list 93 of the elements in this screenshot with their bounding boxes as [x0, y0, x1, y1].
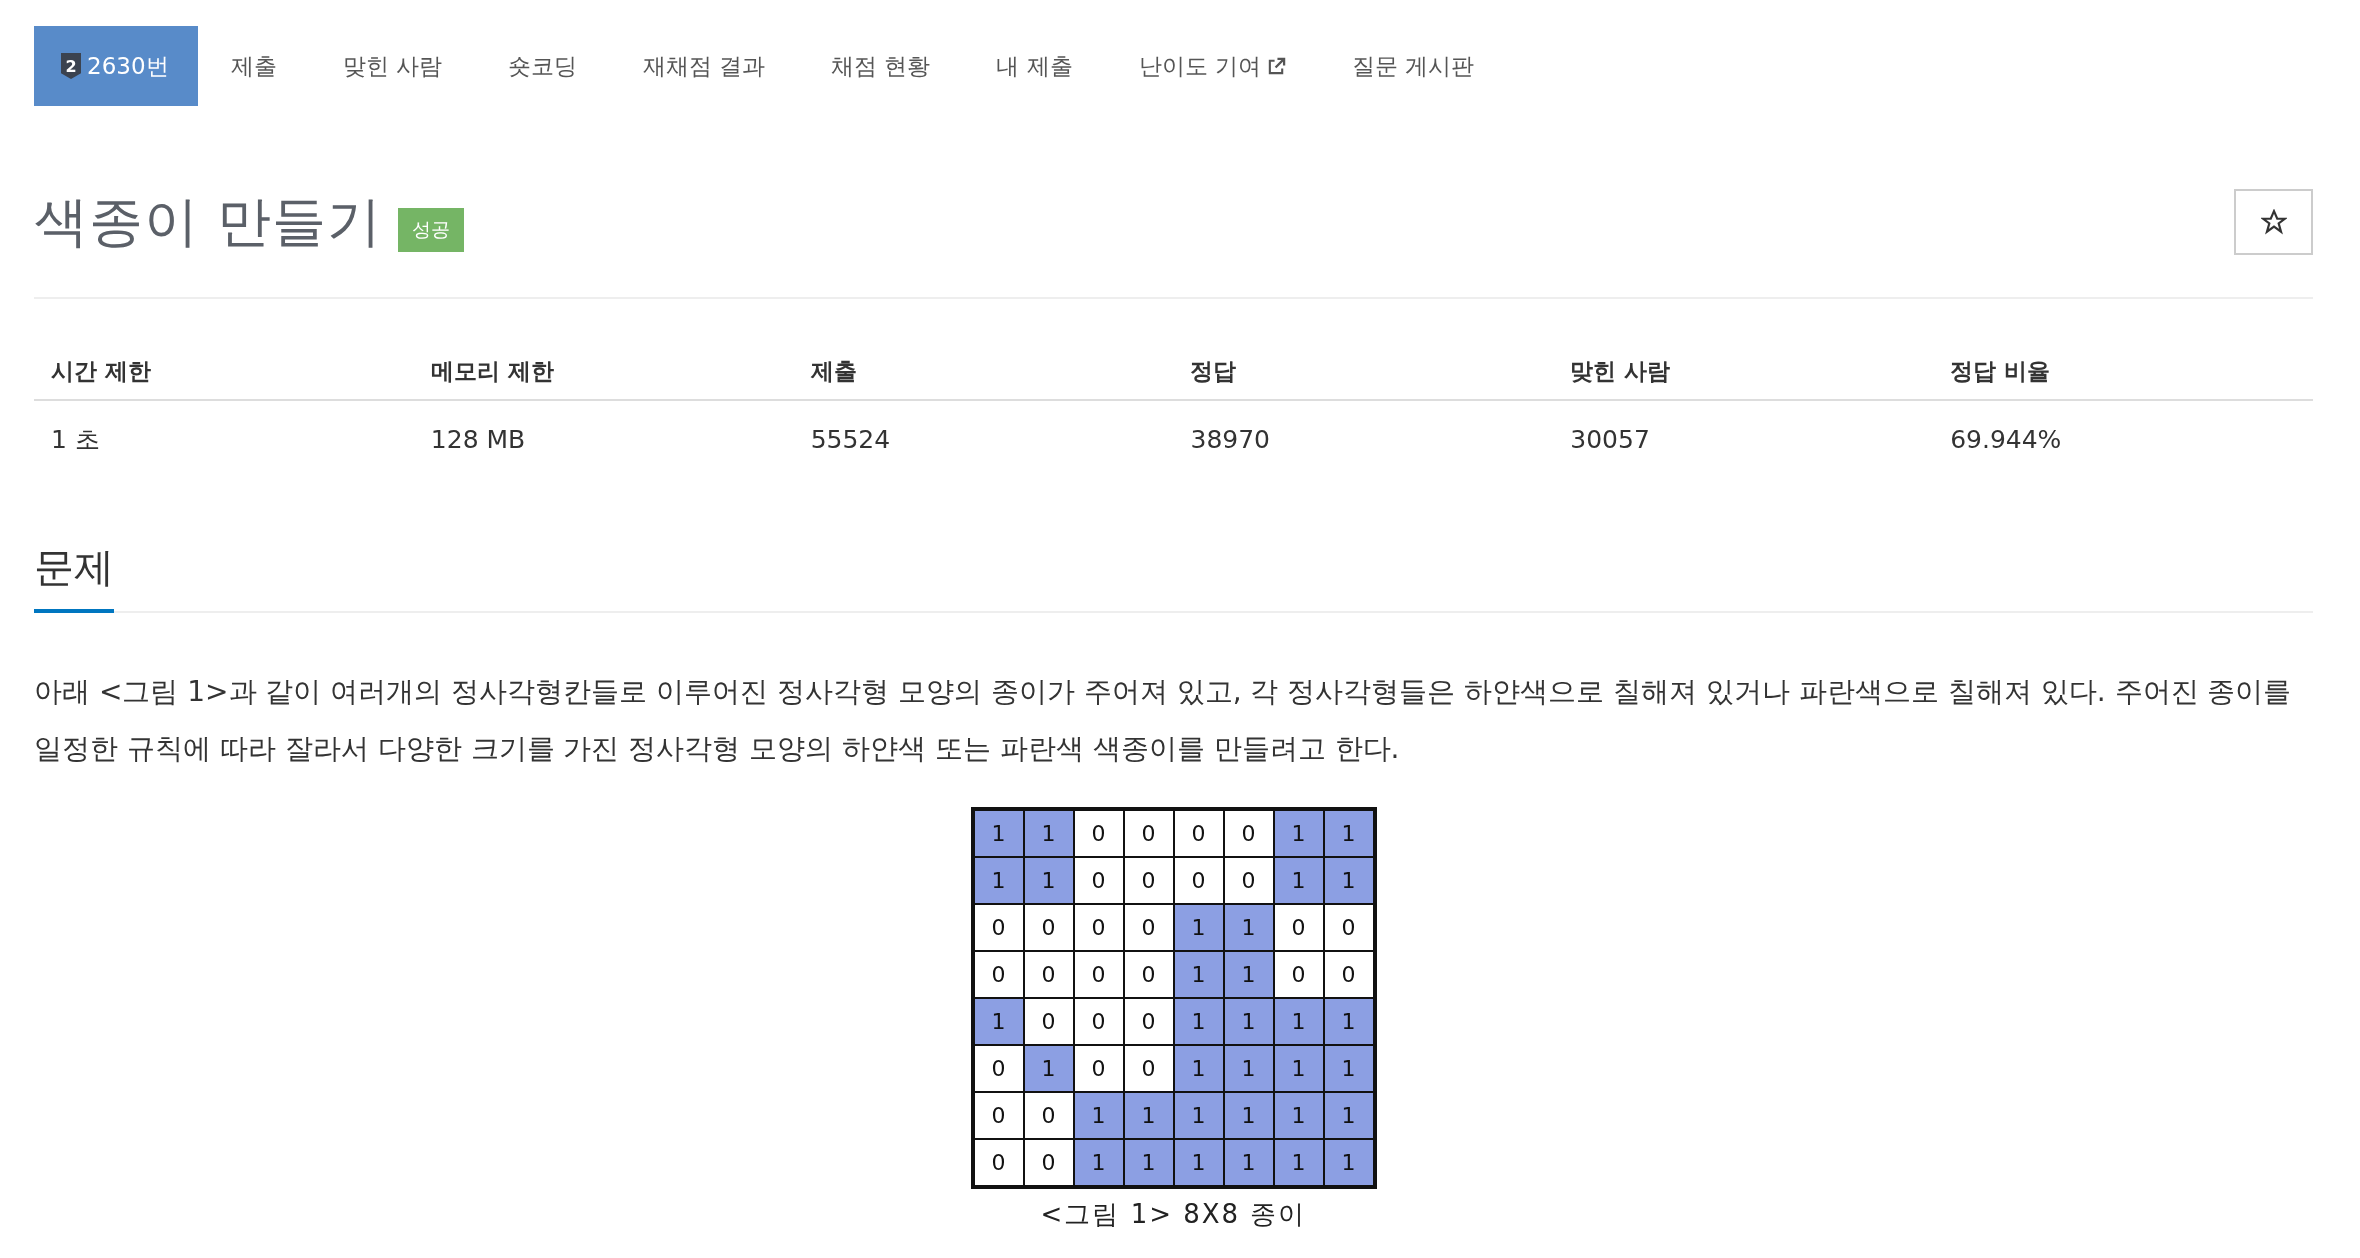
grid-cell: 1	[1224, 1046, 1273, 1091]
table-cell: 30057	[1553, 400, 1934, 478]
grid-cell: 1	[1174, 999, 1223, 1044]
grid-cell: 0	[974, 952, 1023, 997]
grid-cell: 0	[1074, 858, 1123, 903]
grid-cell: 0	[1324, 952, 1373, 997]
grid-cell: 1	[1274, 858, 1323, 903]
nav-tab[interactable]: 내 제출	[963, 26, 1106, 106]
grid-cell: 1	[1124, 1093, 1173, 1138]
grid-cell: 1	[1174, 905, 1223, 950]
grid-cell: 0	[974, 1046, 1023, 1091]
nav-tab[interactable]: 재채점 결과	[609, 26, 799, 106]
tier-badge-icon: 2	[61, 53, 81, 79]
grid-cell: 0	[1074, 952, 1123, 997]
grid-cell: 1	[974, 858, 1023, 903]
grid-cell: 1	[1124, 1140, 1173, 1185]
grid-cell: 0	[974, 1140, 1023, 1185]
grid-cell: 1	[1224, 1140, 1273, 1185]
grid-cell: 1	[1274, 1046, 1323, 1091]
nav-tab[interactable]: 제출	[197, 26, 310, 106]
grid-cell: 1	[1024, 811, 1073, 856]
grid-cell: 1	[1224, 952, 1273, 997]
grid-cell: 0	[1074, 999, 1123, 1044]
grid-cell: 1	[974, 811, 1023, 856]
grid-cell: 1	[1224, 905, 1273, 950]
grid-cell: 1	[1174, 1093, 1223, 1138]
grid-cell: 0	[1274, 905, 1323, 950]
column-header: 정답	[1173, 344, 1554, 400]
column-header: 제출	[793, 344, 1174, 400]
grid-cell: 0	[1224, 811, 1273, 856]
grid-cell: 0	[1074, 811, 1123, 856]
grid-cell: 1	[1024, 858, 1073, 903]
star-button[interactable]	[2234, 189, 2313, 255]
grid-cell: 0	[1124, 905, 1173, 950]
grid-cell: 1	[1224, 999, 1273, 1044]
grid-cell: 0	[1174, 811, 1223, 856]
grid-cell: 0	[974, 1093, 1023, 1138]
grid-cell: 0	[1124, 858, 1173, 903]
grid-cell: 1	[1274, 811, 1323, 856]
grid-cell: 0	[974, 905, 1023, 950]
problem-description: 아래 <그림 1>과 같이 여러개의 정사각형칸들로 이루어진 정사각형 모양의 종이가 주어져 있고, 각 정사각형들은 하얀색으로 칠해져 있거나 파란색으로 칠해져 있다. 주어진 종이를 일정한 규칙에 따라 잘라서 다양한 크기를 가진 정사각형 모양의 하얀색 또는 파란색 색종이를 만들려고 한다.	[34, 674, 2293, 767]
grid-cell: 0	[1024, 952, 1073, 997]
nav-tab[interactable]: 난이도 기여	[1105, 26, 1320, 106]
nav-tab[interactable]: 2 2630번	[34, 26, 198, 106]
grid-cell: 1	[1224, 1093, 1273, 1138]
nav-tab[interactable]: 질문 게시판	[1319, 26, 1508, 106]
grid-cell: 0	[1074, 905, 1123, 950]
grid-cell: 1	[1274, 1140, 1323, 1185]
grid-cell: 1	[1174, 1140, 1223, 1185]
table-cell: 1 초	[34, 400, 414, 478]
grid-cell: 0	[1024, 905, 1073, 950]
grid-cell: 0	[1124, 999, 1173, 1044]
grid-cell: 1	[1174, 952, 1223, 997]
table-cell: 128 MB	[413, 400, 794, 478]
column-header: 정답 비율	[1933, 344, 2313, 400]
table-cell: 69.944%	[1933, 400, 2313, 478]
grid-cell: 1	[1274, 999, 1323, 1044]
table-cell: 55524	[793, 400, 1174, 478]
grid-cell: 1	[1024, 1046, 1073, 1091]
grid-cell: 1	[1174, 1046, 1223, 1091]
grid-cell: 0	[1124, 1046, 1173, 1091]
grid-cell: 0	[1074, 1046, 1123, 1091]
grid-cell: 0	[1024, 1093, 1073, 1138]
column-header: 메모리 제한	[413, 344, 794, 400]
grid-cell: 0	[1174, 858, 1223, 903]
problem-title: 색종이 만들기	[34, 188, 383, 255]
grid-cell: 0	[1324, 905, 1373, 950]
grid-cell: 1	[1074, 1093, 1123, 1138]
grid-cell: 0	[1124, 811, 1173, 856]
grid-cell: 1	[1274, 1093, 1323, 1138]
nav-tab[interactable]: 채점 현황	[798, 26, 964, 106]
table-cell: 38970	[1173, 400, 1554, 478]
grid-cell: 1	[1324, 858, 1373, 903]
grid-cell: 1	[1324, 999, 1373, 1044]
status-badge: 성공	[398, 208, 465, 252]
column-header: 시간 제한	[34, 344, 414, 400]
section-heading: 문제	[34, 540, 114, 613]
nav-tab[interactable]: 맞힌 사람	[309, 26, 475, 106]
grid-cell: 1	[1074, 1140, 1123, 1185]
star-icon	[2260, 209, 2287, 235]
grid-cell: 0	[1224, 858, 1273, 903]
grid-cell: 0	[1024, 1140, 1073, 1185]
grid-cell: 0	[1274, 952, 1323, 997]
figure-caption: <그림 1> 8X8 종이	[1040, 1198, 1307, 1231]
grid-cell: 1	[1324, 811, 1373, 856]
grid-cell: 0	[1124, 952, 1173, 997]
nav-tab[interactable]: 숏코딩	[474, 26, 610, 106]
column-header: 맞힌 사람	[1553, 344, 1934, 400]
grid-cell: 1	[1324, 1046, 1373, 1091]
grid-cell: 1	[1324, 1140, 1373, 1185]
grid-cell: 0	[1024, 999, 1073, 1044]
grid-cell: 1	[974, 999, 1023, 1044]
grid-cell: 1	[1324, 1093, 1373, 1138]
